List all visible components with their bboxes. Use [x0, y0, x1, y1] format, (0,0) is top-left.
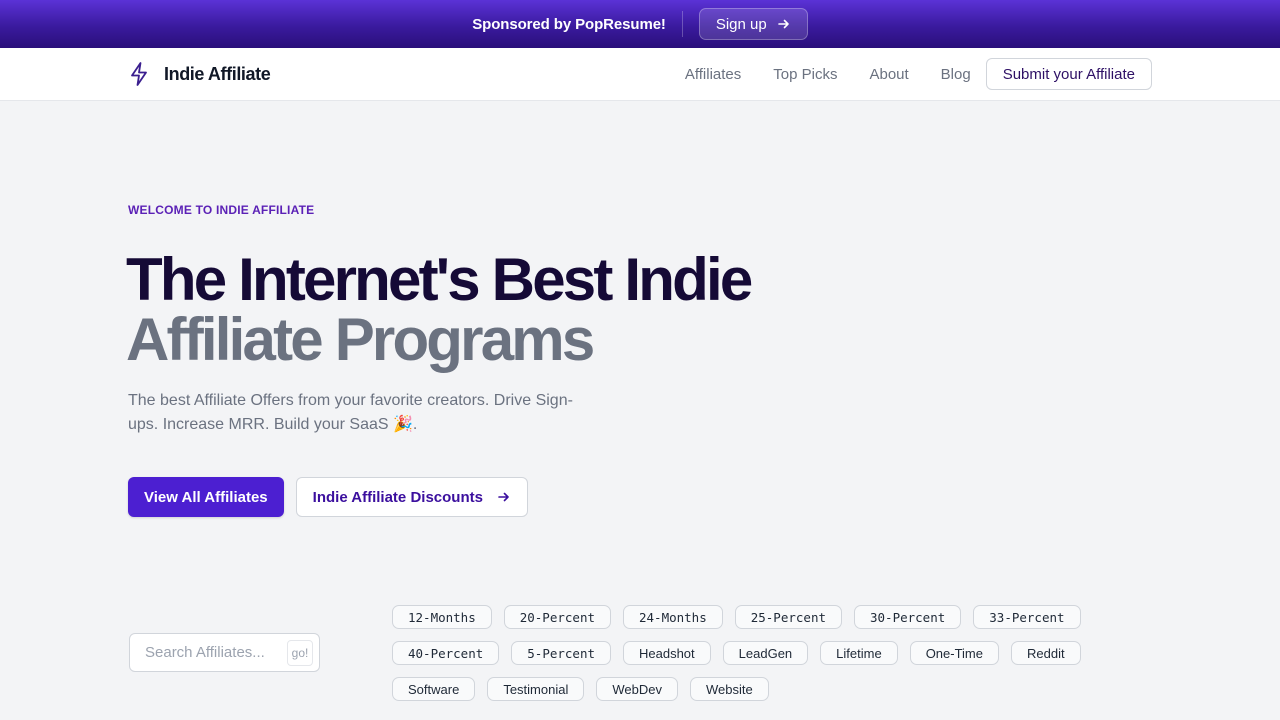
tag-5-percent[interactable]: 5-Percent [511, 641, 611, 665]
view-all-affiliates-button[interactable]: View All Affiliates [128, 477, 284, 517]
sponsor-text[interactable]: Sponsored by PopResume! [472, 16, 666, 33]
tag-row-2: 40-Percent 5-Percent Headshot LeadGen Li… [392, 641, 1092, 665]
tag-row-1: 12-Months 20-Percent 24-Months 25-Percen… [392, 605, 1092, 629]
tag-reddit[interactable]: Reddit [1011, 641, 1081, 665]
sponsor-signup-button[interactable]: Sign up [698, 8, 808, 40]
tag-webdev[interactable]: WebDev [596, 677, 678, 701]
logo-link[interactable]: Indie Affiliate [128, 61, 271, 87]
nav-link-blog[interactable]: Blog [941, 66, 971, 83]
hero-cta-row: View All Affiliates Indie Affiliate Disc… [128, 477, 528, 517]
tag-25-percent[interactable]: 25-Percent [734, 605, 842, 629]
search-input[interactable] [145, 637, 295, 668]
arrow-right-icon [497, 490, 511, 504]
tag-30-percent[interactable]: 30-Percent [854, 605, 962, 629]
discounts-button-label: Indie Affiliate Discounts [312, 488, 483, 506]
tag-40-percent[interactable]: 40-Percent [392, 641, 500, 665]
tag-24-months[interactable]: 24-Months [623, 605, 723, 629]
tag-cloud: 12-Months 20-Percent 24-Months 25-Percen… [392, 605, 1092, 713]
tag-lifetime[interactable]: Lifetime [820, 641, 898, 665]
sponsor-divider [681, 11, 683, 37]
top-nav: Indie Affiliate Affiliates Top Picks Abo… [0, 48, 1280, 101]
lightning-bolt-icon [128, 61, 150, 87]
arrow-right-icon [777, 17, 791, 31]
nav-link-about[interactable]: About [869, 66, 908, 83]
search-go-button[interactable]: go! [287, 640, 313, 666]
sponsor-signup-label: Sign up [715, 15, 767, 33]
tag-20-percent[interactable]: 20-Percent [503, 605, 611, 629]
tag-one-time[interactable]: One-Time [909, 641, 999, 665]
nav-links: Affiliates Top Picks About Blog Submit y… [685, 58, 1152, 90]
tag-row-3: Software Testimonial WebDev Website [392, 677, 1092, 701]
search-box: go! [129, 633, 320, 672]
hero-title: The Internet's Best Indie Affiliate Prog… [126, 246, 753, 373]
tag-headshot[interactable]: Headshot [623, 641, 711, 665]
tag-33-percent[interactable]: 33-Percent [973, 605, 1081, 629]
tag-software[interactable]: Software [392, 677, 476, 701]
submit-affiliate-button[interactable]: Submit your Affiliate [985, 58, 1152, 90]
tag-testimonial[interactable]: Testimonial [487, 677, 585, 701]
indie-affiliate-discounts-button[interactable]: Indie Affiliate Discounts [295, 477, 528, 517]
tag-12-months[interactable]: 12-Months [392, 605, 492, 629]
logo-text: Indie Affiliate [164, 63, 271, 84]
hero-subtitle: The best Affiliate Offers from your favo… [128, 392, 573, 433]
nav-link-top-picks[interactable]: Top Picks [773, 66, 837, 83]
hero-title-line1: The Internet's Best Indie [126, 246, 753, 313]
nav-link-affiliates[interactable]: Affiliates [685, 66, 741, 83]
hero-eyebrow: WELCOME TO INDIE AFFILIATE [128, 203, 315, 217]
tag-leadgen[interactable]: LeadGen [722, 641, 809, 665]
hero-title-line2: Affiliate Programs [126, 306, 595, 373]
sponsor-bar: Sponsored by PopResume! Sign up [0, 0, 1280, 48]
tag-website[interactable]: Website [689, 677, 769, 701]
